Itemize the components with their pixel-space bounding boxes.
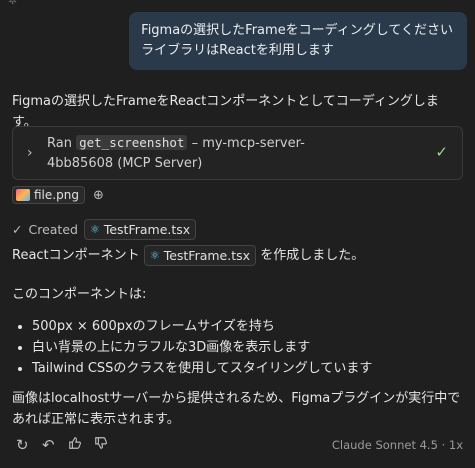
retry-icon[interactable]: ↻ bbox=[16, 436, 29, 454]
created-file-tag[interactable]: ⚛ TestFrame.tsx bbox=[83, 219, 197, 240]
react-file-icon: ⚛ bbox=[149, 249, 160, 262]
chevron-right-icon[interactable]: › bbox=[27, 145, 33, 161]
model-label[interactable]: Claude Sonnet 4.5 · 1x bbox=[332, 438, 463, 452]
sentence-file-tag[interactable]: ⚛ TestFrame.tsx bbox=[143, 245, 257, 266]
sentence-file-name: TestFrame.tsx bbox=[163, 248, 251, 263]
tool-ran-label: Ran bbox=[47, 136, 72, 151]
tool-call-text: Ran get_screenshot – my-mcp-server- 4bb8… bbox=[47, 133, 305, 174]
react-file-icon: ⚛ bbox=[89, 223, 100, 236]
user-message-line2: ライブラリはReactを利用します bbox=[141, 43, 334, 58]
list-item: 500px × 600pxのフレームサイズを持ち bbox=[32, 316, 372, 337]
image-file-icon bbox=[16, 189, 30, 201]
file-attachment-chip[interactable]: file.png bbox=[12, 186, 85, 204]
list-item: 白い背景の上にカラフルな3D画像を表示します bbox=[32, 337, 372, 358]
add-context-icon[interactable]: ⊕ bbox=[93, 188, 104, 203]
created-file-name: TestFrame.tsx bbox=[103, 222, 191, 237]
tool-command: get_screenshot bbox=[76, 135, 188, 150]
tool-call-card[interactable]: › Ran get_screenshot – my-mcp-server- 4b… bbox=[12, 126, 463, 180]
file-attachment-name: file.png bbox=[34, 188, 79, 202]
user-message-line1: Figmaの選択したFrameをコーディングしてください bbox=[141, 23, 453, 38]
list-intro: このコンポーネントは: bbox=[12, 287, 147, 302]
list-item: Tailwind CSSのクラスを使用してスタイリングしています bbox=[32, 358, 372, 379]
gear-icon: ✲ bbox=[8, 0, 18, 7]
created-row: ✓ Created ⚛ TestFrame.tsx bbox=[12, 219, 197, 240]
closing-text: 画像はlocalhostサーバーから提供されるため、Figmaプラグインが実行中… bbox=[12, 391, 461, 427]
created-sentence: Reactコンポーネント ⚛ TestFrame.tsx を作成しました。 bbox=[12, 245, 463, 266]
tool-source-line2: 4bb85608 (MCP Server) bbox=[47, 156, 203, 171]
check-icon: ✓ bbox=[435, 143, 448, 161]
message-footer: ↻ ↶ Claude Sonnet 4.5 · 1x bbox=[12, 436, 463, 456]
thumbs-up-icon[interactable] bbox=[68, 436, 82, 454]
tool-source: – my-mcp-server- bbox=[191, 136, 305, 151]
attachment-row: file.png ⊕ bbox=[12, 185, 104, 205]
created-label: Created bbox=[28, 222, 78, 237]
sentence-after: を作成しました。 bbox=[260, 248, 365, 263]
thumbs-down-icon[interactable] bbox=[94, 436, 108, 454]
check-icon: ✓ bbox=[12, 222, 23, 237]
user-message: Figmaの選択したFrameをコーディングしてください ライブラリはReact… bbox=[129, 12, 467, 70]
sentence-before: Reactコンポーネント bbox=[12, 248, 140, 263]
feature-list: 500px × 600pxのフレームサイズを持ち 白い背景の上にカラフルな3D画… bbox=[12, 316, 372, 379]
undo-icon[interactable]: ↶ bbox=[42, 436, 55, 454]
